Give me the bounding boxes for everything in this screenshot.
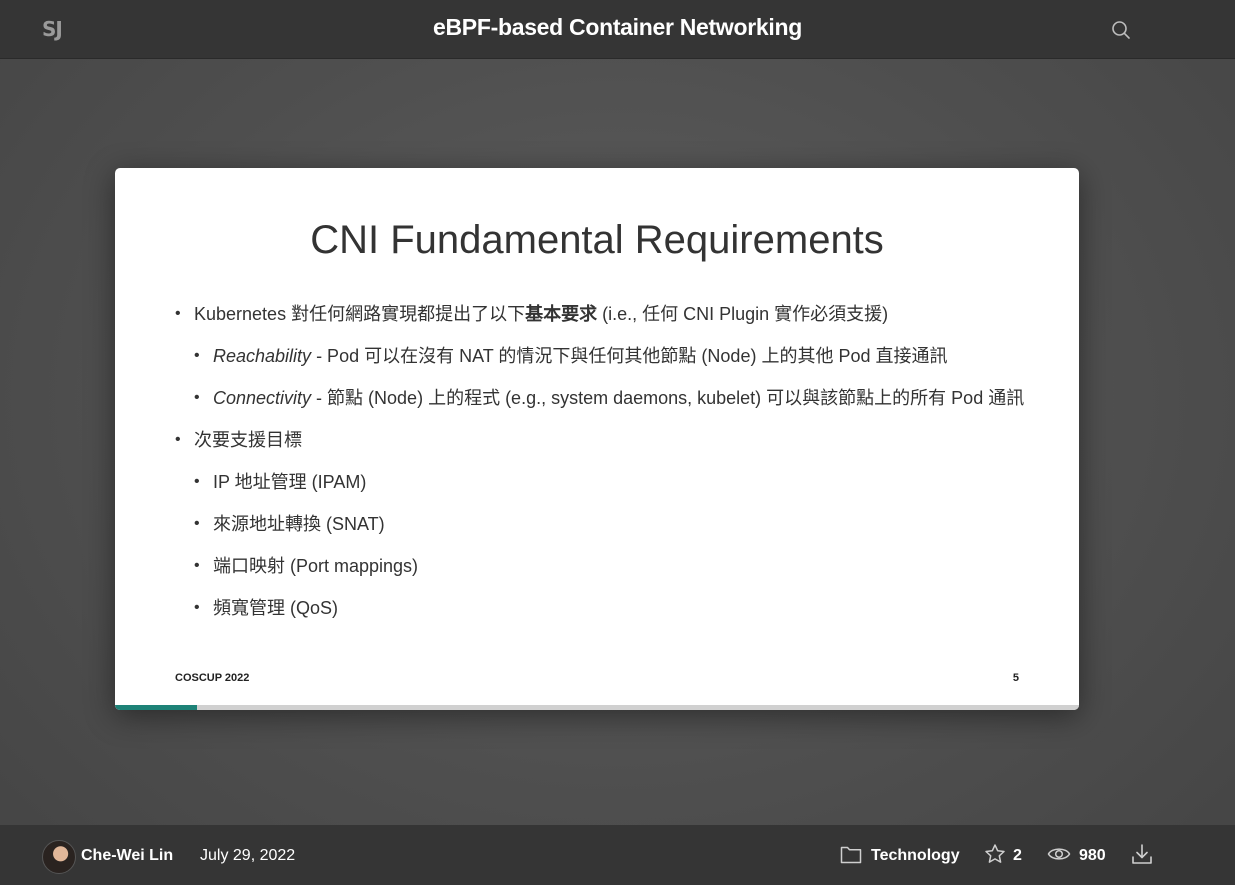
bullet-text: 次要支援目標 — [194, 430, 302, 450]
avatar[interactable] — [42, 840, 76, 874]
bottom-bar: Che-Wei Lin July 29, 2022 Technology 2 9… — [0, 825, 1235, 885]
bullet-text: (i.e., 任何 CNI Plugin 實作必須支援) — [597, 304, 889, 324]
slide-number: 5 — [1012, 672, 1019, 684]
search-icon[interactable] — [1111, 20, 1131, 40]
list-item: • Reachability - Pod 可以在沒有 NAT 的情況下與任何其他節… — [175, 345, 1055, 387]
bullet-dot: • — [194, 557, 200, 574]
category-link[interactable]: Technology — [840, 845, 960, 867]
bullet-text: 頻寬管理 (QoS) — [213, 598, 339, 618]
folder-icon — [840, 844, 862, 869]
bullet-dot: • — [194, 599, 200, 616]
bullet-text: Kubernetes 對任何網路實現都提出了以下 — [194, 304, 526, 324]
bullet-dot: • — [175, 431, 181, 448]
bullet-list: • Kubernetes 對任何網路實現都提出了以下基本要求 (i.e., 任何 … — [175, 303, 1055, 639]
bullet-text: - Pod 可以在沒有 NAT 的情況下與任何其他節點 (Node) 上的其他 … — [311, 346, 948, 366]
views-label: 980 — [1079, 847, 1106, 864]
top-bar: SJ eBPF-based Container Networking — [0, 0, 1235, 59]
bullet-text: - 節點 (Node) 上的程式 (e.g., system daemons, … — [311, 388, 1025, 408]
list-item: • 端口映射 (Port mappings) — [175, 555, 1055, 597]
list-item: • 頻寬管理 (QoS) — [175, 597, 1055, 639]
bullet-dot: • — [194, 347, 200, 364]
bullet-text: IP 地址管理 (IPAM) — [213, 472, 367, 492]
download-icon — [1131, 843, 1153, 870]
category-label: Technology — [871, 847, 960, 864]
bullet-text: Connectivity — [213, 388, 312, 408]
star-count: 2 — [1013, 847, 1022, 864]
list-item: • 次要支援目標 — [175, 429, 1055, 471]
slide-footer-event: COSCUP 2022 — [175, 672, 250, 684]
list-item: • Connectivity - 節點 (Node) 上的程式 (e.g., sy… — [175, 387, 1055, 429]
bullet-text: 基本要求 — [525, 304, 598, 324]
slide-progress-bar[interactable] — [115, 705, 1079, 710]
slide[interactable]: CNI Fundamental Requirements • Kubernetes… — [115, 168, 1079, 710]
star-button[interactable]: 2 — [984, 843, 1022, 870]
bullet-text: 來源地址轉換 (SNAT) — [213, 514, 385, 534]
eye-icon — [1047, 845, 1071, 868]
list-item: • Kubernetes 對任何網路實現都提出了以下基本要求 (i.e., 任何 … — [175, 303, 1055, 345]
bullet-dot: • — [194, 389, 200, 406]
list-item: • IP 地址管理 (IPAM) — [175, 471, 1055, 513]
author-name[interactable]: Che-Wei Lin — [81, 847, 173, 865]
slide-title: CNI Fundamental Requirements — [310, 218, 884, 262]
bullet-dot: • — [194, 473, 200, 490]
bullet-text: 端口映射 (Port mappings) — [213, 556, 419, 576]
star-icon — [984, 843, 1006, 870]
bullet-text: Reachability — [213, 346, 312, 366]
deck-title: eBPF-based Container Networking — [433, 14, 802, 40]
view-count: 980 — [1047, 845, 1106, 867]
slide-progress-fill — [115, 705, 197, 710]
download-button[interactable] — [1131, 843, 1153, 870]
bullet-dot: • — [175, 305, 181, 322]
publish-date: July 29, 2022 — [200, 847, 296, 864]
list-item: • 來源地址轉換 (SNAT) — [175, 513, 1055, 555]
bullet-dot: • — [194, 515, 200, 532]
